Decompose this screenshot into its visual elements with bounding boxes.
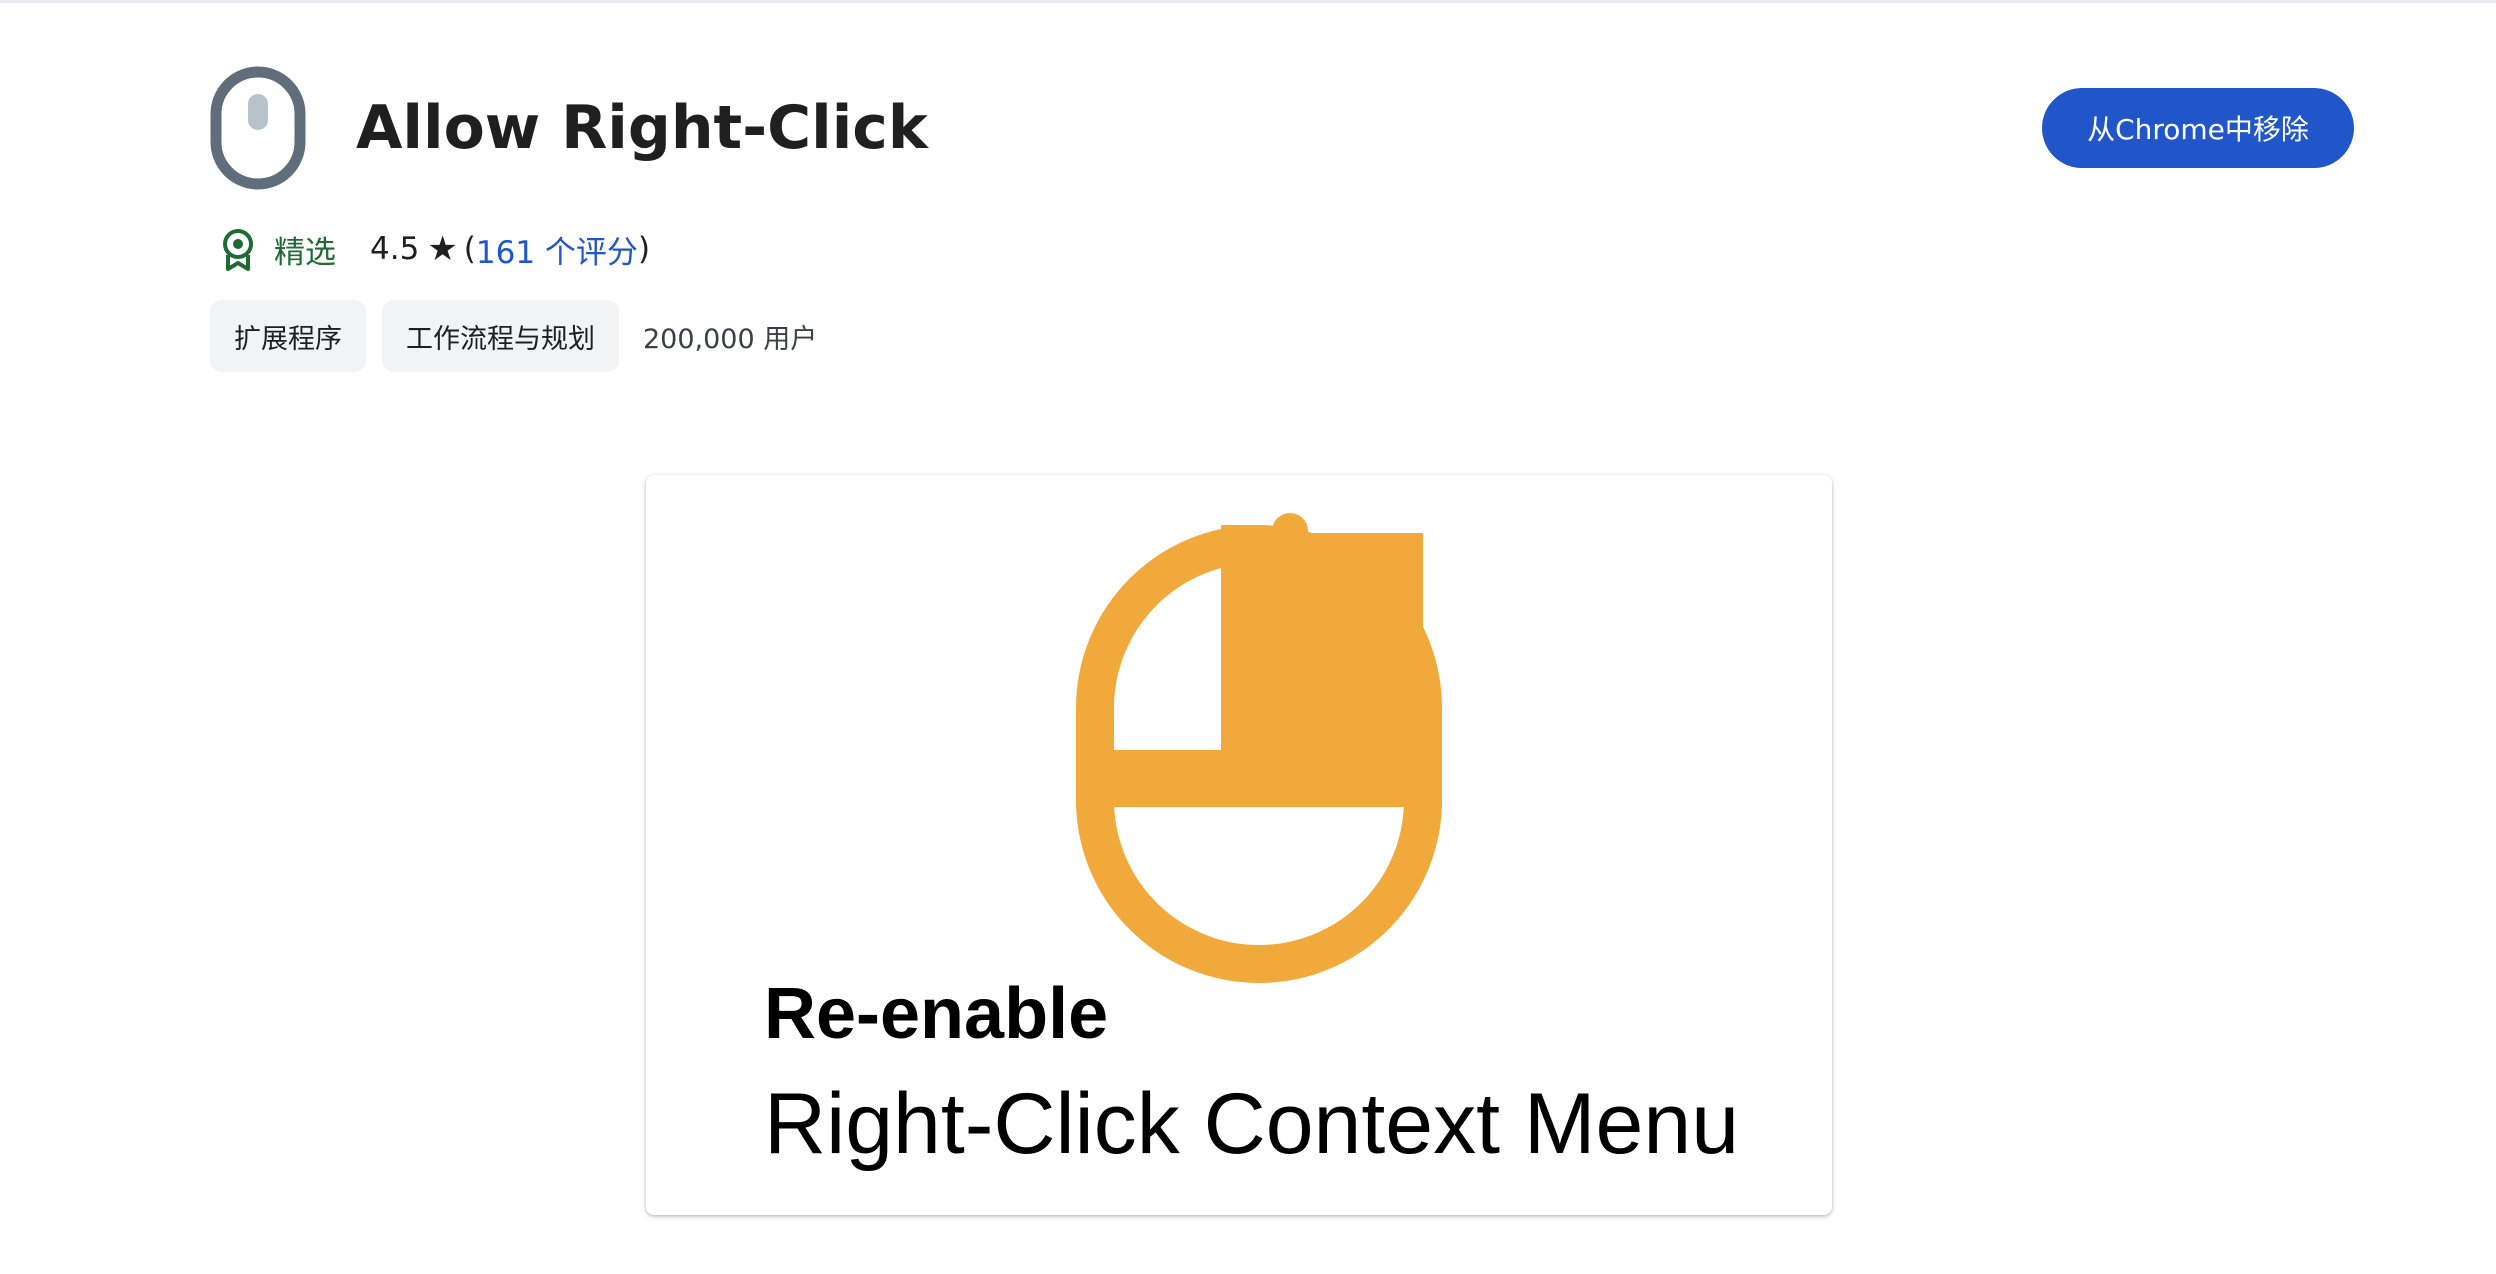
rating-close-paren: ) (637, 231, 651, 267)
screenshot-carousel-image[interactable]: Re-enable Right-Click Context Menu (646, 475, 1832, 1215)
rating-count-link[interactable]: 161 个评分 (476, 227, 638, 272)
extension-meta: 精选 4.5 ★ (161 个评分) (218, 222, 650, 276)
rating-value: 4.5 (370, 231, 420, 267)
user-count: 200,000 用户 (643, 323, 818, 355)
extension-header: Allow Right-Click (210, 62, 928, 194)
featured-badge-icon (223, 229, 253, 271)
chip-workflow-planning[interactable]: 工作流程与规划 (382, 300, 619, 372)
mouse-icon (210, 66, 306, 190)
star-icon: ★ (427, 229, 458, 269)
extension-title: Allow Right-Click (356, 93, 928, 163)
category-chips: 扩展程序 工作流程与规划 200,000 用户 (210, 300, 817, 372)
chip-extension[interactable]: 扩展程序 (210, 300, 366, 372)
promo-subheadline: Right-Click Context Menu (764, 1076, 1740, 1172)
featured-label: 精选 (274, 234, 336, 271)
rating-open-paren: ( (463, 231, 476, 267)
top-divider (0, 0, 2496, 3)
remove-from-chrome-button[interactable]: 从Chrome中移除 (2042, 88, 2354, 168)
promo-headline: Re-enable (764, 974, 1109, 1054)
